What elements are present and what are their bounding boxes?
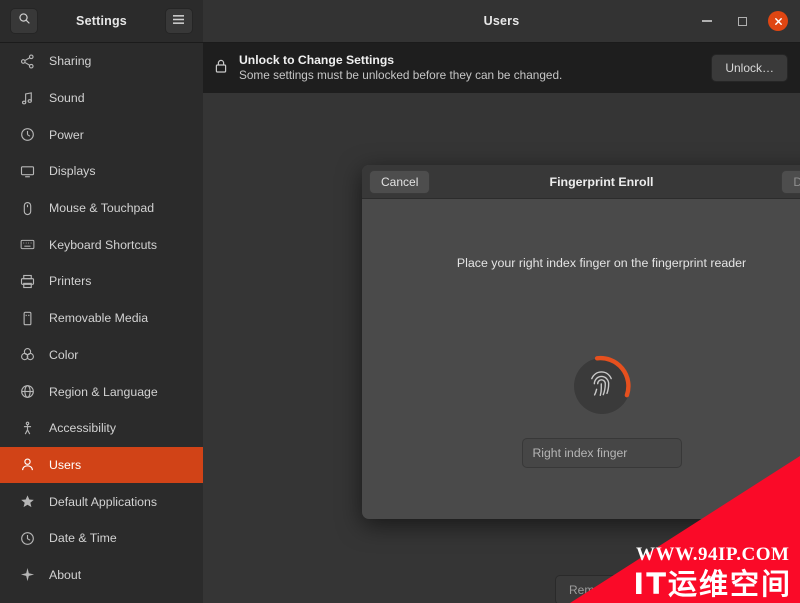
sidebar-item-label: Default Applications: [49, 494, 158, 509]
unlock-button[interactable]: Unlock…: [711, 54, 788, 82]
menu-button[interactable]: [164, 8, 193, 34]
window-controls: [698, 11, 788, 31]
sidebar-item-date-time[interactable]: Date & Time: [0, 520, 203, 557]
sidebar-item-label: Sharing: [49, 54, 92, 69]
share-nodes-icon: [18, 52, 36, 70]
title-bar: Settings Users: [0, 0, 800, 43]
settings-title: Settings: [76, 14, 127, 28]
sidebar-item-users[interactable]: Users: [0, 446, 203, 484]
mouse-icon: [18, 199, 36, 217]
sidebar-item-about[interactable]: About: [0, 557, 203, 594]
watermark-brand: IT运维空间: [633, 567, 792, 601]
finger-name-input[interactable]: Right index finger: [521, 438, 682, 468]
sidebar-item-label: Power: [49, 127, 84, 142]
cancel-button[interactable]: Cancel: [369, 169, 431, 194]
sidebar-item-default-applications[interactable]: Default Applications: [0, 483, 203, 520]
power-icon: [18, 126, 36, 144]
unlock-banner-title: Unlock to Change Settings: [239, 53, 395, 67]
sidebar-item-label: Color: [49, 347, 79, 362]
user-icon: [18, 456, 36, 474]
sidebar-item-label: Region & Language: [49, 384, 158, 399]
sidebar-item-label: Users: [49, 457, 82, 472]
fingerprint-progress-arc: [594, 355, 631, 398]
sidebar-item-color[interactable]: Color: [0, 337, 203, 374]
unlock-banner-subtitle: Some settings must be unlocked before th…: [239, 68, 563, 82]
done-button[interactable]: Done: [781, 169, 800, 194]
sidebar-item-sound[interactable]: Sound: [0, 80, 203, 117]
accessibility-icon: [18, 419, 36, 437]
star-icon: [18, 493, 36, 511]
sidebar-item-label: Printers: [49, 274, 92, 289]
color-circles-icon: [18, 346, 36, 364]
close-button[interactable]: [768, 11, 788, 31]
sidebar-item-label: Displays: [49, 164, 96, 179]
sidebar[interactable]: Sharing Sound Power Displays Mouse & Tou…: [0, 43, 203, 603]
content-area: Unlock to Change Settings Some settings …: [203, 43, 800, 603]
sidebar-item-printers[interactable]: Printers: [0, 263, 203, 300]
sidebar-item-sharing[interactable]: Sharing: [0, 43, 203, 80]
lock-icon: [213, 58, 229, 79]
sidebar-item-label: Keyboard Shortcuts: [49, 237, 158, 252]
sidebar-item-removable-media[interactable]: Removable Media: [0, 300, 203, 337]
monitor-icon: [18, 162, 36, 180]
dialog-header: Cancel Fingerprint Enroll Done: [362, 165, 800, 199]
sidebar-item-label: Date & Time: [49, 531, 117, 546]
sidebar-item-accessibility[interactable]: Accessibility: [0, 410, 203, 447]
page-header: Users: [203, 0, 800, 43]
removable-media-icon: [18, 309, 36, 327]
watermark-text: WWW.94IP.COM IT运维空间: [633, 545, 792, 599]
sidebar-item-label: Removable Media: [49, 311, 149, 326]
sparkle-icon: [18, 566, 36, 584]
sidebar-item-label: Accessibility: [49, 421, 116, 436]
sidebar-item-region-language[interactable]: Region & Language: [0, 373, 203, 410]
sidebar-item-mouse-touchpad[interactable]: Mouse & Touchpad: [0, 190, 203, 227]
fingerprint-enroll-dialog: Cancel Fingerprint Enroll Done Place you…: [362, 165, 800, 519]
search-icon: [18, 12, 31, 30]
unlock-banner: Unlock to Change Settings Some settings …: [203, 43, 800, 93]
music-note-icon: [18, 89, 36, 107]
watermark-url: WWW.94IP.COM: [635, 544, 790, 565]
sidebar-header: Settings: [0, 0, 203, 43]
keyboard-icon: [18, 236, 36, 254]
sidebar-item-power[interactable]: Power: [0, 116, 203, 153]
settings-window: Settings Users Sharing Sound Power Displ…: [0, 0, 800, 603]
search-button[interactable]: [10, 8, 38, 34]
maximize-button[interactable]: [733, 12, 751, 30]
sidebar-item-displays[interactable]: Displays: [0, 153, 203, 190]
printer-icon: [18, 272, 36, 290]
sidebar-item-label: Mouse & Touchpad: [49, 201, 155, 216]
fingerprint-progress-widget: [571, 355, 633, 417]
sidebar-item-label: About: [49, 567, 82, 582]
enroll-instruction: Place your right index finger on the fin…: [456, 256, 747, 270]
globe-icon: [18, 383, 36, 401]
sidebar-item-label: Sound: [49, 91, 85, 106]
unlock-banner-text: Unlock to Change Settings Some settings …: [239, 53, 711, 83]
sidebar-item-keyboard-shortcuts[interactable]: Keyboard Shortcuts: [0, 226, 203, 263]
minimize-button[interactable]: [698, 12, 716, 30]
dialog-body: Place your right index finger on the fin…: [362, 199, 800, 519]
clock-icon: [18, 529, 36, 547]
hamburger-menu-icon: [172, 12, 185, 30]
